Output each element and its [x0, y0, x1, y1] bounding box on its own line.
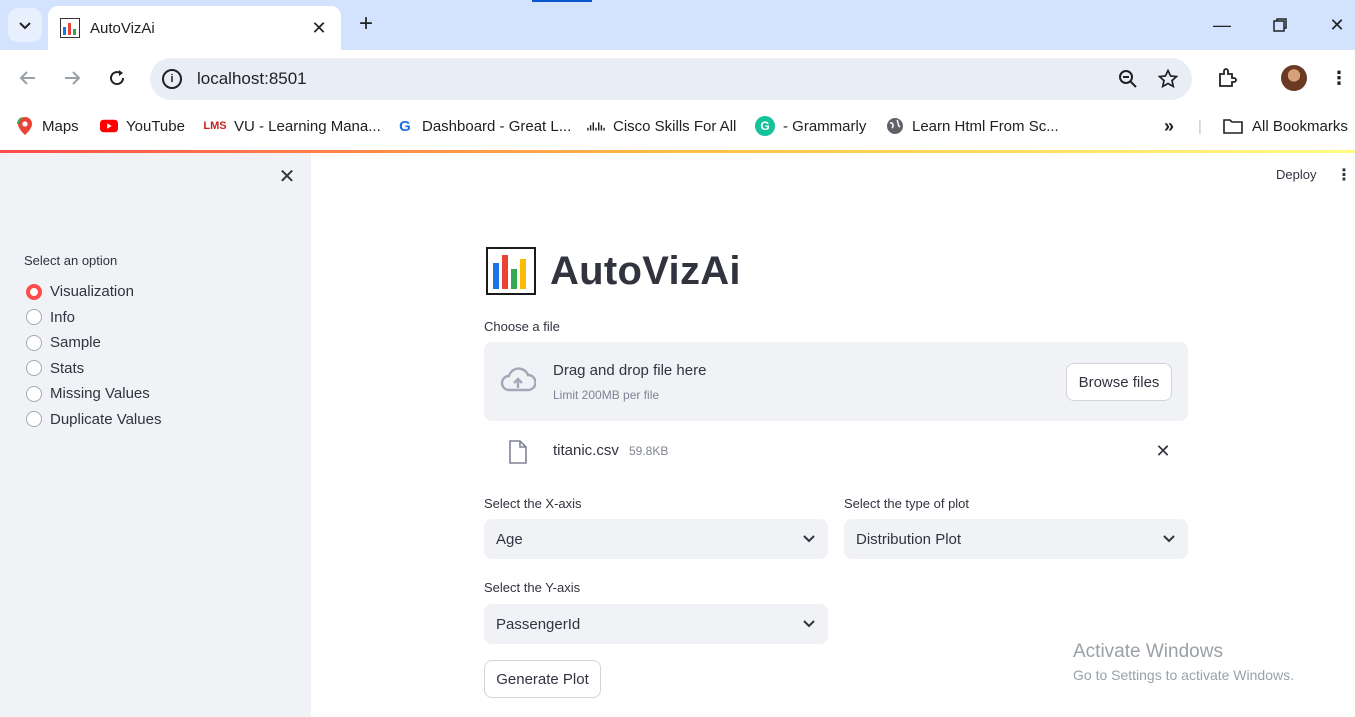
- great-learning-icon: G: [399, 117, 411, 135]
- bookmark-youtube[interactable]: YouTube: [100, 115, 185, 137]
- browser-tab[interactable]: AutoVizAi ✕: [48, 6, 341, 50]
- globe-icon: [886, 117, 904, 135]
- address-bar[interactable]: i localhost:8501: [150, 58, 1192, 100]
- chevron-down-icon: [802, 617, 816, 631]
- radio-selected-icon: [26, 283, 42, 300]
- bookmark-star-icon[interactable]: [1156, 67, 1180, 91]
- radio-missing-values[interactable]: Missing Values: [26, 381, 161, 407]
- profile-avatar[interactable]: [1280, 64, 1308, 92]
- chevron-down-icon: [19, 22, 31, 30]
- browse-files-button[interactable]: Browse files: [1066, 363, 1172, 401]
- forward-icon[interactable]: [56, 62, 88, 94]
- file-size: 59.8KB: [629, 444, 669, 458]
- minimize-icon[interactable]: —: [1192, 8, 1252, 42]
- x-axis-label: Select the X-axis: [484, 496, 582, 511]
- plot-type-select[interactable]: Distribution Plot: [844, 519, 1188, 559]
- deploy-button[interactable]: Deploy: [1268, 165, 1324, 184]
- chevron-down-icon: [802, 532, 816, 546]
- grammarly-icon: G: [755, 116, 775, 136]
- chart-favicon-icon: [60, 18, 80, 38]
- radio-stats[interactable]: Stats: [26, 356, 161, 382]
- maps-icon: [16, 117, 34, 135]
- radio-unselected-icon: [26, 385, 42, 402]
- file-uploader-label: Choose a file: [484, 319, 560, 334]
- browser-toolbar: i localhost:8501 ⋮: [0, 50, 1355, 106]
- y-axis-label: Select the Y-axis: [484, 580, 581, 595]
- bookmark-learn-html[interactable]: Learn Html From Sc...: [886, 115, 1059, 137]
- new-tab-button[interactable]: +: [352, 10, 380, 38]
- chevron-down-icon: [1162, 532, 1176, 546]
- lms-icon: LMS: [203, 120, 227, 132]
- all-bookmarks[interactable]: All Bookmarks: [1222, 115, 1348, 137]
- url-text[interactable]: localhost:8501: [197, 69, 1100, 89]
- option-radio-label: Select an option: [24, 253, 118, 268]
- file-dropzone[interactable]: Drag and drop file here Limit 200MB per …: [484, 342, 1188, 421]
- y-axis-select[interactable]: PassengerId: [484, 604, 828, 644]
- option-radio-group: Visualization Info Sample Stats Missing …: [26, 279, 161, 432]
- remove-file-icon[interactable]: ✕: [1152, 440, 1174, 462]
- tab-indicator: [532, 0, 592, 2]
- bookmarks-divider: |: [1198, 117, 1202, 135]
- sidebar-close-icon[interactable]: ✕: [276, 165, 298, 188]
- page-title-row: AutoVizAi: [486, 245, 741, 297]
- file-name: titanic.csv: [553, 442, 619, 459]
- tab-search-button[interactable]: [8, 8, 42, 42]
- browser-tabstrip: AutoVizAi ✕ + — ✕: [0, 0, 1355, 50]
- tab-close-icon[interactable]: ✕: [309, 18, 329, 39]
- bookmark-vu-lms[interactable]: LMS VU - Learning Mana...: [203, 115, 380, 137]
- bookmarks-overflow-icon[interactable]: »: [1164, 115, 1174, 137]
- site-info-icon[interactable]: i: [162, 69, 182, 89]
- x-axis-select[interactable]: Age: [484, 519, 828, 559]
- folder-icon: [1222, 117, 1244, 135]
- youtube-icon: [100, 117, 118, 135]
- radio-info[interactable]: Info: [26, 305, 161, 331]
- reload-icon[interactable]: [101, 62, 133, 94]
- cloud-upload-icon: [500, 367, 536, 392]
- bookmark-great-learning[interactable]: G Dashboard - Great L...: [396, 115, 571, 137]
- dropzone-instructions: Drag and drop file here: [553, 362, 707, 379]
- dropzone-limit: Limit 200MB per file: [553, 388, 660, 402]
- bookmark-grammarly[interactable]: G - Grammarly: [755, 115, 866, 137]
- radio-unselected-icon: [26, 334, 42, 351]
- browser-menu-icon[interactable]: ⋮: [1325, 64, 1353, 92]
- zoom-icon[interactable]: [1116, 67, 1140, 91]
- radio-unselected-icon: [26, 309, 42, 326]
- radio-unselected-icon: [26, 411, 42, 428]
- bookmark-cisco[interactable]: Cisco Skills For All: [587, 115, 736, 137]
- bookmarks-bar: Maps YouTube LMS VU - Learning Mana... G…: [0, 106, 1355, 146]
- radio-duplicate-values[interactable]: Duplicate Values: [26, 407, 161, 433]
- extensions-icon[interactable]: [1213, 64, 1241, 92]
- close-window-icon[interactable]: ✕: [1307, 8, 1355, 42]
- restore-icon[interactable]: [1250, 8, 1310, 42]
- radio-unselected-icon: [26, 360, 42, 377]
- radio-sample[interactable]: Sample: [26, 330, 161, 356]
- radio-visualization[interactable]: Visualization: [26, 279, 161, 305]
- activate-windows-watermark: Activate Windows Go to Settings to activ…: [1073, 641, 1294, 683]
- app-menu-icon[interactable]: ⋮: [1336, 165, 1352, 187]
- sidebar: ✕ Select an option Visualization Info Sa…: [0, 153, 311, 717]
- plot-type-label: Select the type of plot: [844, 496, 970, 511]
- bar-chart-icon: [486, 247, 536, 295]
- cisco-icon: [587, 117, 605, 135]
- generate-plot-button[interactable]: Generate Plot: [484, 660, 601, 698]
- bookmark-maps[interactable]: Maps: [16, 115, 79, 137]
- uploaded-file: titanic.csv 59.8KB ✕: [484, 436, 1188, 468]
- tab-title: AutoVizAi: [90, 19, 155, 37]
- page-title: AutoVizAi: [550, 248, 741, 293]
- file-icon: [509, 440, 527, 464]
- back-icon[interactable]: [12, 62, 44, 94]
